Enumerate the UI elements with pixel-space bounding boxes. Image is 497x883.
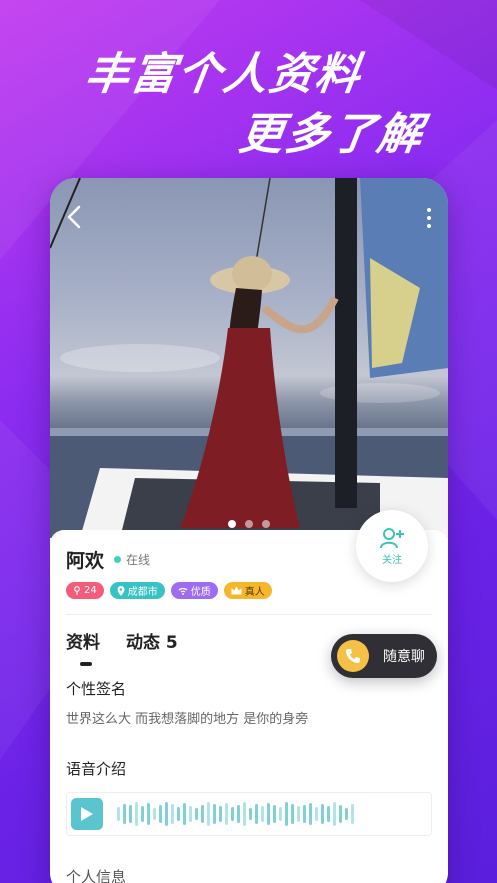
location-icon [117,585,125,596]
waveform-bar [219,806,222,822]
waveform-bar [243,802,246,826]
waveform-bar [285,802,288,826]
waveform-bar [117,807,120,821]
pagination-dot[interactable] [228,520,236,528]
signal-icon [178,587,188,595]
signature-title: 个性签名 [66,680,127,698]
waveform-bar [321,804,324,824]
quality-tag: 优质 [170,582,218,599]
waveform-bar [315,807,318,821]
more-button[interactable] [424,206,434,230]
quality-value: 优质 [190,587,211,598]
waveform-bar [201,805,204,823]
waveform-bar [333,802,336,826]
online-status-label: 在线 [126,553,151,567]
headline-line-2: 更多了解 [235,109,427,160]
waveform-bar [171,804,174,824]
tab-moments[interactable]: 动态 5 [126,628,178,653]
waveform-bar [123,804,126,824]
verified-value: 真人 [244,587,265,598]
waveform-bar [309,803,312,825]
profile-photo[interactable] [50,178,448,538]
user-name: 阿欢 [66,550,105,572]
play-button[interactable] [71,798,103,830]
waveform-bar [135,802,138,826]
waveform-bar [303,805,306,823]
age-tag: 24 [66,582,104,599]
female-icon [74,586,80,595]
profile-tabs: 资料 动态 5 [66,628,178,666]
pagination-dot[interactable] [245,520,253,528]
profile-card: 阿欢 在线 关注 24 成都市 优质 真人 资料 动态 5 个性签名 世界这么大… [50,178,448,883]
follow-button[interactable]: 关注 [356,510,428,582]
voice-waveform [117,802,354,826]
signature-text: 世界这么大 而我想落脚的地方 是你的身旁 [66,712,309,727]
play-icon [81,807,93,821]
waveform-bar [291,804,294,824]
waveform-bar [261,806,264,822]
pagination-dot[interactable] [262,520,270,528]
waveform-bar [213,804,216,824]
chevron-left-icon [67,205,81,229]
waveform-bar [189,806,192,822]
tab-profile[interactable]: 资料 [66,628,100,666]
waveform-bar [129,805,132,823]
waveform-bar [153,808,156,820]
online-dot [114,556,122,563]
online-status: 在线 [114,551,150,568]
profile-tags: 24 成都市 优质 真人 [66,582,272,599]
waveform-bar [177,807,180,821]
waveform-bar [183,803,186,825]
waveform-bar [255,804,258,824]
waveform-bar [297,806,300,822]
headline-line-1: 丰富个人资料 [81,49,365,100]
waveform-bar [159,805,162,823]
waveform-bar [207,802,210,826]
waveform-bar [351,804,354,824]
age-value: 24 [84,585,97,596]
waveform-bar [339,805,342,823]
waveform-bar [165,802,168,826]
verified-tag: 真人 [223,582,272,599]
waveform-bar [279,807,282,821]
waveform-bar [237,805,240,823]
divider [66,614,432,615]
city-tag: 成都市 [109,582,165,599]
name-row: 阿欢 在线 [66,546,150,573]
voice-intro-title: 语音介绍 [66,760,127,778]
photo-illustration [50,178,448,538]
back-button[interactable] [64,204,86,230]
waveform-bar [195,808,198,820]
waveform-bar [273,805,276,823]
waveform-bar [345,808,348,820]
waveform-bar [267,803,270,825]
personal-info-title: 个人信息 [66,868,127,883]
follow-label: 关注 [382,554,402,566]
waveform-bar [231,807,234,821]
waveform-bar [225,803,228,825]
phone-icon [337,640,369,672]
waveform-bar [327,806,330,822]
waveform-bar [141,806,144,822]
random-chat-button[interactable]: 随意聊 [331,634,437,678]
profile-info-panel: 阿欢 在线 关注 24 成都市 优质 真人 资料 动态 5 个性签名 世界这么大… [50,510,448,883]
more-vertical-icon [427,208,431,228]
crown-icon [231,586,242,595]
waveform-bar [249,808,252,820]
waveform-bar [147,803,150,825]
city-value: 成都市 [127,587,158,598]
add-user-icon [380,527,404,548]
voice-intro-player [66,792,432,836]
random-chat-label: 随意聊 [383,649,425,665]
